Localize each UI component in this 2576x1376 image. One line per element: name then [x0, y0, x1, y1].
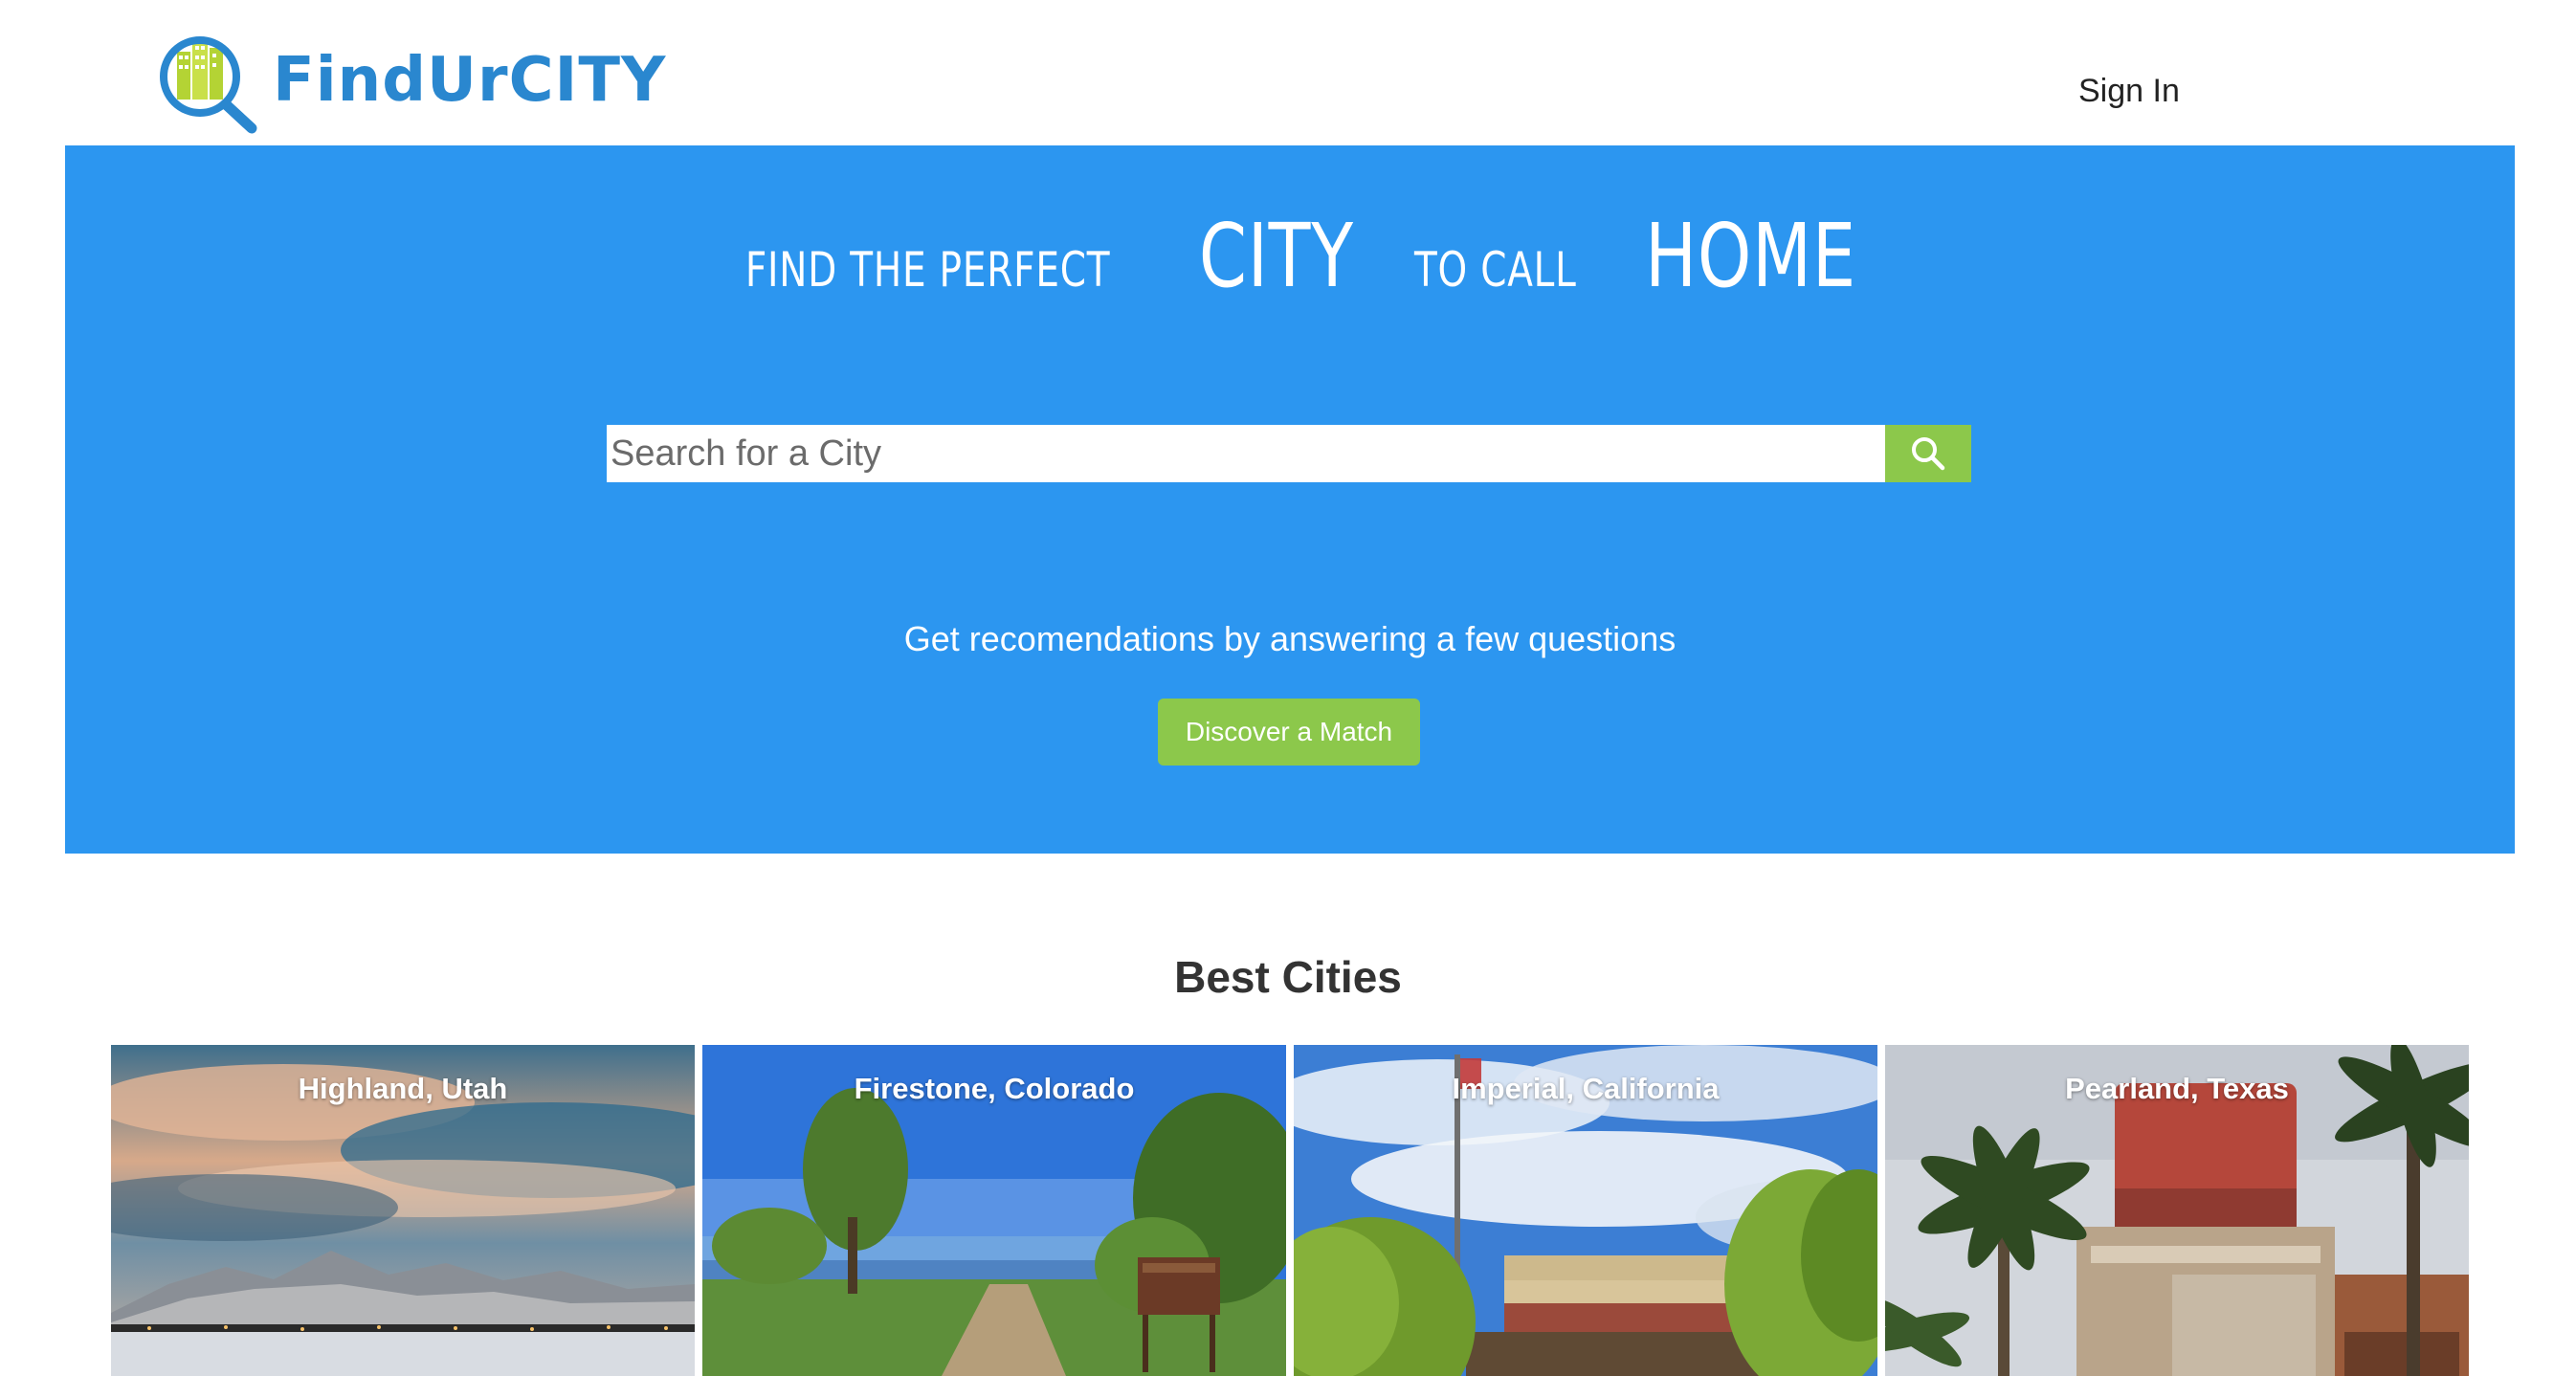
city-cards: Highland, Utah Firestone, Colorado Imper…	[111, 1045, 2469, 1376]
sign-in-link[interactable]: Sign In	[2078, 75, 2180, 107]
city-name: Highland, Utah	[298, 1072, 508, 1105]
search-button[interactable]	[1885, 425, 1971, 482]
city-card-imperial[interactable]: Imperial, California	[1294, 1045, 1877, 1376]
recommendation-prompt: Get recomendations by answering a few qu…	[903, 619, 1677, 658]
city-search-bar	[607, 425, 1971, 482]
page: FindUrCITY Sign In FIND THE PERFECT CITY…	[0, 0, 2576, 1376]
top-bar: FindUrCITY Sign In	[0, 0, 2576, 145]
magnifier-city-icon	[160, 36, 257, 134]
city-name: Pearland, Texas	[2065, 1072, 2289, 1105]
best-cities-title: Best Cities	[1174, 952, 1402, 1002]
city-card-highland[interactable]: Highland, Utah	[111, 1045, 695, 1376]
logo-link[interactable]: FindUrCITY	[156, 27, 666, 134]
city-name: Firestone, Colorado	[854, 1072, 1135, 1105]
city-name: Imperial, California	[1452, 1072, 1720, 1105]
logo-text: FindUrCITY	[273, 45, 667, 116]
headline-part-to-call: TO CALL	[1414, 242, 1577, 298]
headline-part-find: FIND THE PERFECT	[744, 242, 1111, 298]
city-card-firestone[interactable]: Firestone, Colorado	[702, 1045, 1286, 1376]
hero-headline: FIND THE PERFECT CITY TO CALL HOME	[65, 212, 2515, 300]
city-card-pearland[interactable]: Pearland, Texas	[1885, 1045, 2469, 1376]
search-icon	[1912, 437, 1945, 471]
headline-part-home: HOME	[1645, 205, 1856, 307]
hero-banner: FIND THE PERFECT CITY TO CALL HOME Get r…	[65, 145, 2515, 854]
headline-part-city: CITY	[1199, 205, 1355, 307]
city-search-input[interactable]	[607, 425, 1885, 482]
discover-match-button[interactable]: Discover a Match	[1158, 699, 1420, 766]
